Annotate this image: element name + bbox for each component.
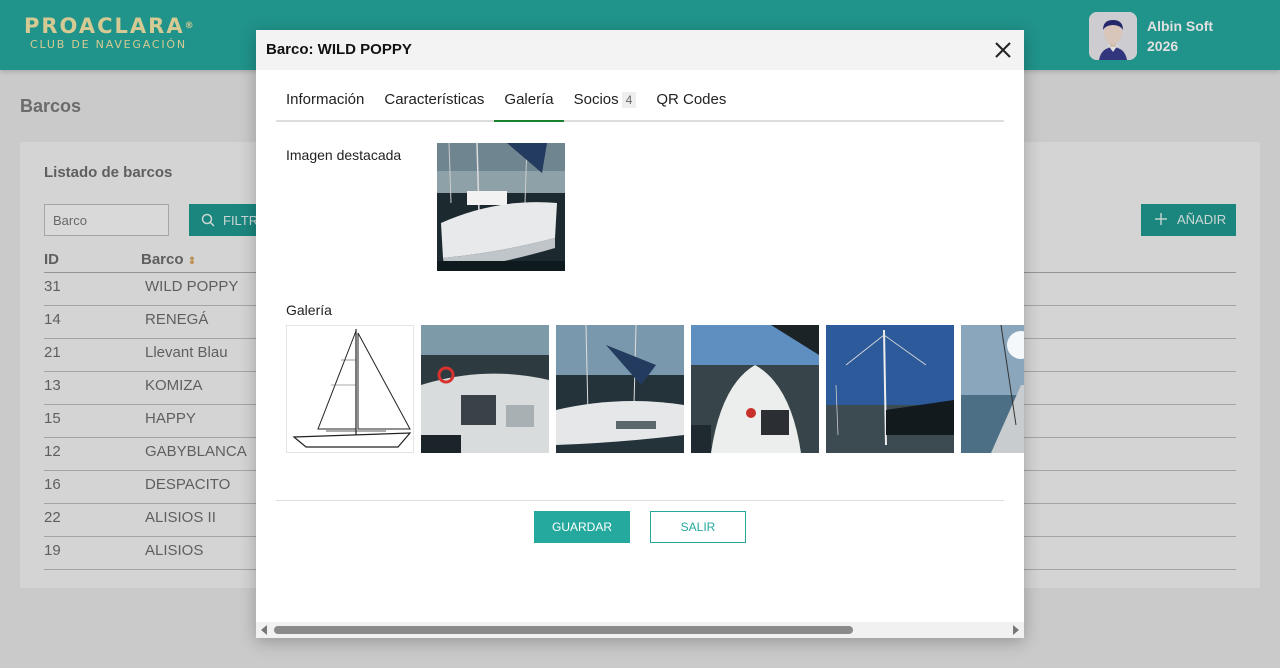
gallery-image-cockpit[interactable] [421, 325, 549, 453]
tab-qr-codes[interactable]: QR Codes [646, 88, 736, 122]
gallery-label: Galería [286, 302, 332, 318]
exit-button[interactable]: SALIR [650, 511, 746, 543]
tab-caracteristicas[interactable]: Características [374, 88, 494, 122]
gallery-image-sea[interactable] [961, 325, 1024, 453]
scroll-right-arrow-icon[interactable] [1012, 625, 1020, 635]
dialog-tabs: Información Características Galería Soci… [276, 88, 1004, 122]
close-icon[interactable] [994, 41, 1012, 59]
socios-count-badge: 4 [621, 92, 637, 108]
dialog-header: Barco: WILD POPPY [256, 30, 1024, 70]
boat-dialog: Barco: WILD POPPY Información Caracterís… [256, 30, 1024, 638]
scroll-left-arrow-icon[interactable] [260, 625, 268, 635]
tab-informacion[interactable]: Información [276, 88, 374, 122]
scrollbar-thumb[interactable] [274, 626, 853, 634]
horizontal-scrollbar[interactable] [256, 622, 1024, 638]
save-button[interactable]: GUARDAR [534, 511, 630, 543]
tab-galeria[interactable]: Galería [494, 88, 564, 122]
tab-socios-label: Socios [573, 91, 619, 108]
gallery-image-deck[interactable] [556, 325, 684, 453]
gallery-image-bow[interactable] [691, 325, 819, 453]
gallery-image-mast[interactable] [826, 325, 954, 453]
featured-image-label: Imagen destacada [286, 147, 402, 163]
gallery-image-sail-plan[interactable] [286, 325, 414, 453]
featured-image[interactable] [437, 143, 565, 271]
tab-socios[interactable]: Socios 4 [564, 88, 647, 122]
dialog-title: Barco: WILD POPPY [266, 41, 412, 58]
gallery-strip [286, 325, 1024, 453]
footer-divider [276, 500, 1004, 501]
